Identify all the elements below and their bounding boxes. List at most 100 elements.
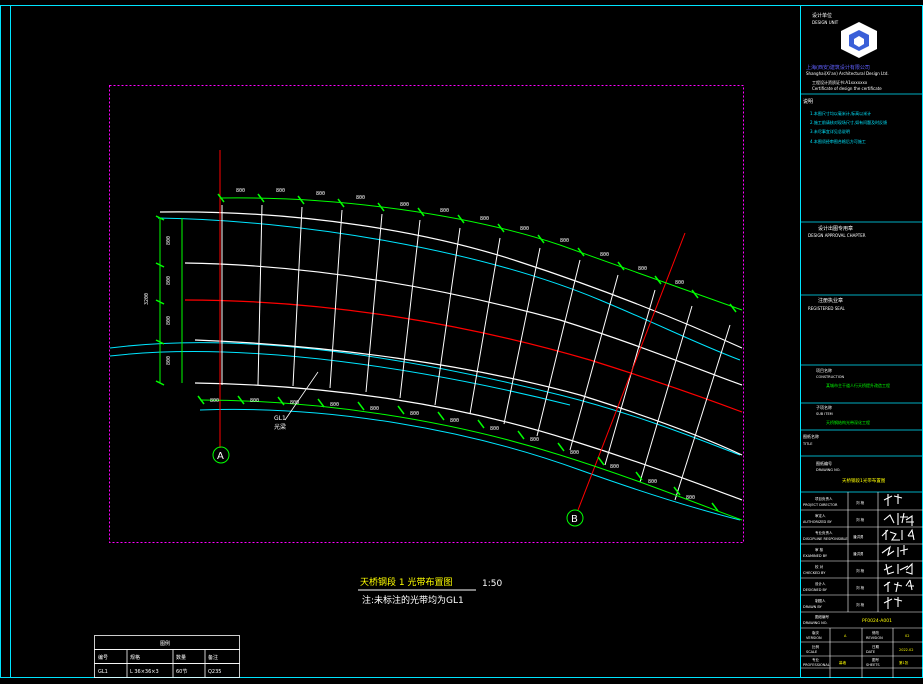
grid-label-a: A <box>217 451 224 462</box>
svg-text:800: 800 <box>450 418 459 424</box>
sign-row-name: 刘 杨 <box>856 500 865 505</box>
date-label-en: DATE <box>866 650 875 654</box>
edge-line-top <box>157 217 741 361</box>
discipline-value: 幕墙 <box>839 660 847 665</box>
sheet-value: 天桥钢段1光带布置图 <box>842 477 886 484</box>
design-unit-cn: 设计单位 <box>812 12 832 19</box>
grid-label-b: B <box>571 514 578 525</box>
discipline-label-cn: 专业 <box>812 657 820 662</box>
svg-text:800: 800 <box>250 398 259 404</box>
cad-drawing: 800 800 800 800 800 800 800 800 800 800 800 80… <box>0 5 923 678</box>
cert-no: 工程设计资质证书:A1xxxxxxx <box>812 79 868 85</box>
svg-text:800: 800 <box>370 406 379 412</box>
signatures <box>881 494 915 609</box>
sheet-label-cn: 图纸名称 <box>803 433 819 439</box>
sign-row-name: 潘洪勇 <box>853 534 864 539</box>
svg-text:800: 800 <box>210 398 219 404</box>
drawing-scale: 1:50 <box>482 579 502 589</box>
sign-row-en: AUTHORIZED BY <box>803 520 833 524</box>
plan-drawing: 800 800 800 800 800 800 800 800 800 800 800 80… <box>110 150 743 521</box>
approval-cn: 设计出图专用章 <box>818 225 853 232</box>
sign-rows: 项目负责人 PROJECT DIRECTOR 刘 杨 审定人 AUTHORIZE… <box>803 496 865 609</box>
legend-cell-3: 60节 <box>176 669 187 675</box>
dimension-top <box>219 197 743 311</box>
svg-text:800: 800 <box>166 236 172 245</box>
legend-cell-4: Q235 <box>208 669 221 675</box>
drawing-note: 注:未标注的光带均为GL1 <box>362 594 464 606</box>
svg-text:800: 800 <box>400 202 409 208</box>
legend-header-1: 编号 <box>98 654 108 661</box>
notes-header: 说明 <box>803 98 813 105</box>
sub-label-cn: 子项名称 <box>816 404 832 410</box>
sign-row-name: 刘 杨 <box>856 585 865 590</box>
sign-row-en: PROJECT DIRECTOR <box>803 503 838 507</box>
sign-row-en: CHECKED BY <box>803 571 826 575</box>
design-unit-en: DESIGN UNIT <box>812 20 839 25</box>
approval-en: DESIGN APPROVAL CHAPTER <box>808 233 866 238</box>
sign-row-en: DISCIPLINE RESPONSIBLE <box>803 537 848 541</box>
sign-row-cn: 制图人 <box>815 598 826 603</box>
legend-header-2: 规格 <box>130 654 140 661</box>
note-3: 3.未尽事宜详见总说明 <box>810 128 850 134</box>
sheet-label-en: TITLE <box>802 442 812 446</box>
legend-header-3: 数量 <box>176 654 186 661</box>
sheet-count-label-en: SHEETS <box>866 663 880 667</box>
svg-text:800: 800 <box>610 464 619 470</box>
svg-text:800: 800 <box>236 188 245 194</box>
svg-text:800: 800 <box>356 195 365 201</box>
drawing-no-label-cn-2: 图纸编号 <box>815 614 829 619</box>
svg-text:800: 800 <box>330 402 339 408</box>
svg-text:800: 800 <box>570 450 579 456</box>
scale-label-cn: 比例 <box>812 644 820 649</box>
edge-line-lower <box>110 351 571 406</box>
svg-text:800: 800 <box>166 276 172 285</box>
svg-text:800: 800 <box>686 495 695 501</box>
note-4: 4.本图须经审图合格后方可施工 <box>810 138 866 144</box>
registered-cn: 注册执业章 <box>818 297 843 304</box>
legend-cell-2: L 36×36×3 <box>130 669 159 675</box>
date-value: 2022.02 <box>899 648 913 652</box>
svg-text:800: 800 <box>166 356 172 365</box>
svg-text:800: 800 <box>648 479 657 485</box>
sign-row-cn: 项目负责人 <box>815 496 833 501</box>
company-logo-icon <box>841 22 877 58</box>
svg-text:800: 800 <box>675 280 684 286</box>
version-label-cn: 版次 <box>812 630 820 635</box>
legend-cell-1: GL1 <box>98 669 108 675</box>
note-2: 2.施工前请核对现场尺寸,如有问题及时反馈 <box>810 119 887 125</box>
svg-text:800: 800 <box>316 191 325 197</box>
sign-row-name: 刘 杨 <box>856 568 865 573</box>
sign-row-en: DRAWN BY <box>803 605 823 609</box>
svg-text:800: 800 <box>480 216 489 222</box>
svg-text:800: 800 <box>560 238 569 244</box>
beam-label: 光梁 <box>274 423 286 431</box>
registered-en: REGISTERED SEAL <box>808 306 846 311</box>
svg-text:800: 800 <box>440 208 449 214</box>
sign-row-en: DESIGNED BY <box>803 588 828 592</box>
svg-text:800: 800 <box>600 252 609 258</box>
sign-row-name: 刘 杨 <box>856 517 865 522</box>
svg-text:800: 800 <box>638 266 647 272</box>
project-value: 某城市主干道人行天桥提升改造工程 <box>826 382 890 388</box>
outer-border <box>0 5 923 678</box>
sign-row-cn: 校 对 <box>815 564 824 569</box>
legend-title: 图例 <box>160 640 170 647</box>
sign-row-cn: 审 核 <box>815 547 824 552</box>
beam-line-3 <box>194 339 743 456</box>
project-label-en: CONSTRUCTION <box>816 375 845 379</box>
drawing-no-label-cn: 图纸编号 <box>816 460 832 466</box>
revision-label-cn: 修改 <box>872 630 880 635</box>
sign-row-cn: 审定人 <box>815 513 826 518</box>
beam-line-1 <box>159 211 743 349</box>
revision-label-en: REVISION <box>866 636 883 640</box>
axis-line-center <box>184 299 743 413</box>
svg-text:800: 800 <box>276 188 285 194</box>
drawing-no-label-en: DRAWING NO. <box>816 468 840 472</box>
version-label-en: VERSION <box>806 636 822 640</box>
svg-text:800: 800 <box>530 437 539 443</box>
drawing-no-value: PF0024-A001 <box>862 618 892 624</box>
sub-value: 天桥钢结构光带深化工程 <box>826 419 870 425</box>
revision-value: 02 <box>905 634 909 638</box>
grid-axis-b <box>577 232 686 511</box>
version-value: A <box>844 634 847 638</box>
